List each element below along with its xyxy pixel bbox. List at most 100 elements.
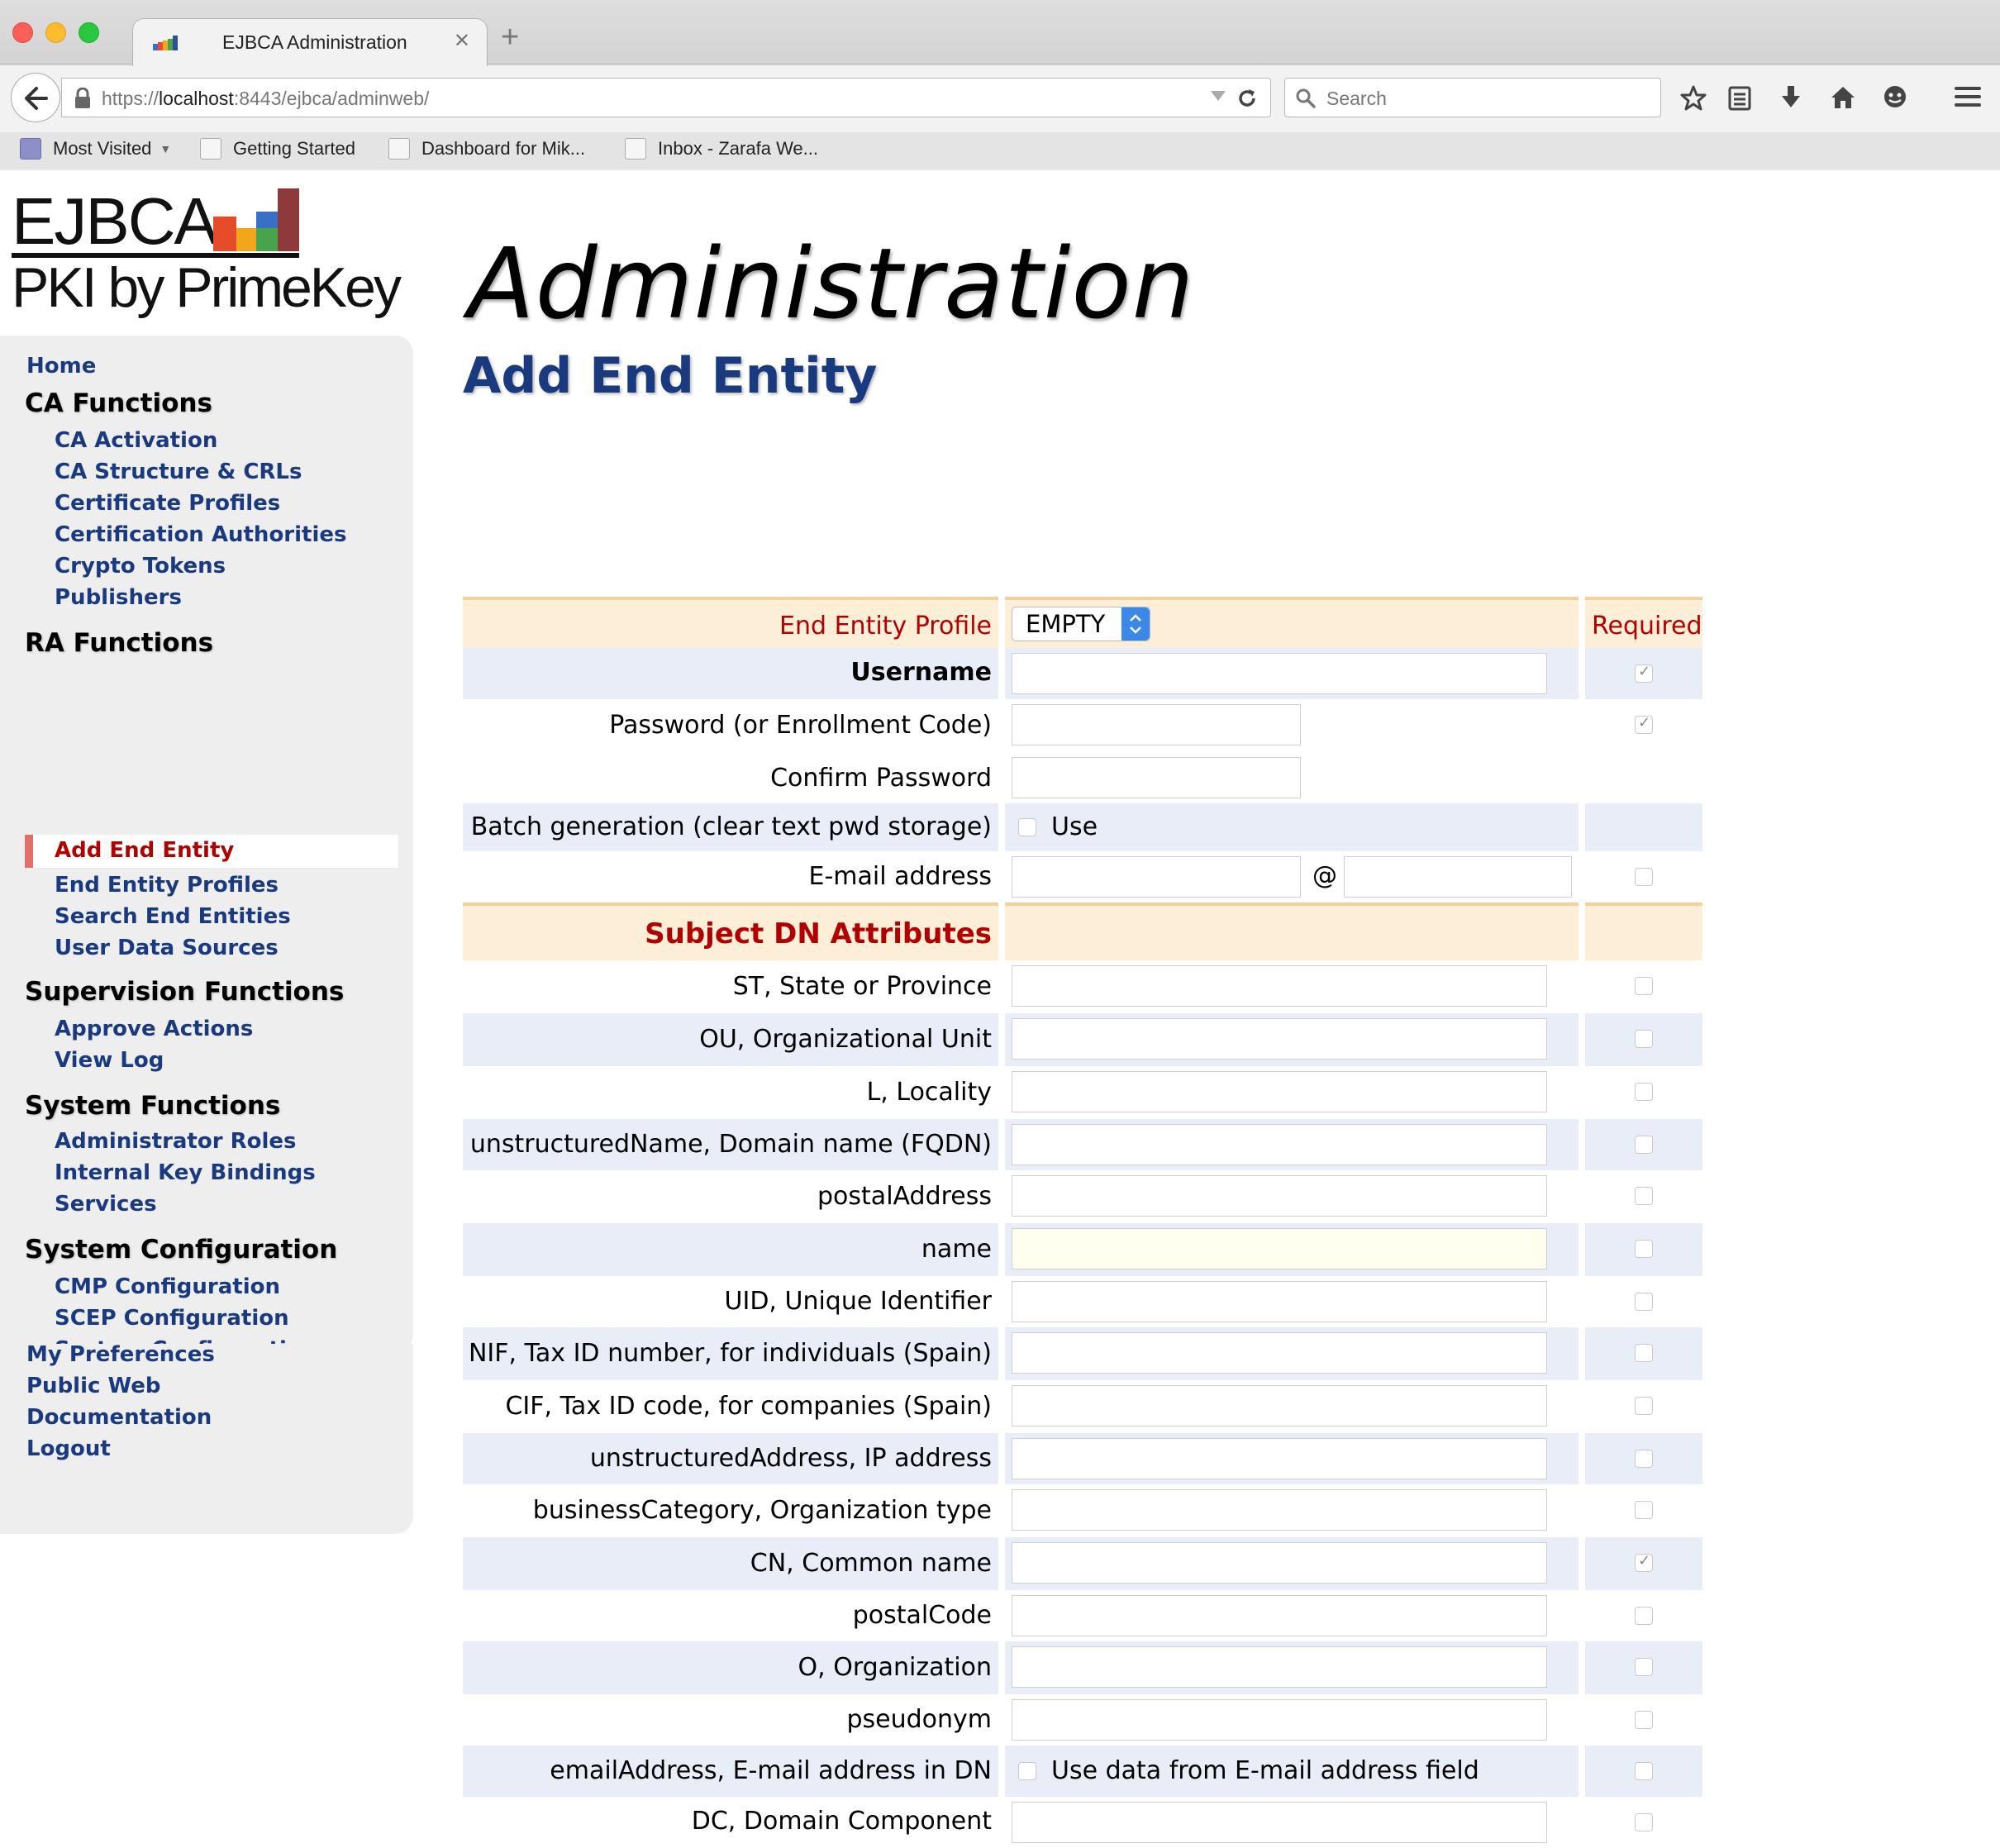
username-input[interactable] <box>1012 653 1547 694</box>
batch-generation-checkbox[interactable] <box>1018 818 1036 836</box>
nav-certificate-profiles[interactable]: Certificate Profiles <box>55 491 280 516</box>
bookmark-dashboard[interactable]: Dashboard for Mik... <box>388 137 585 165</box>
dn-st-input[interactable] <box>1012 965 1547 1007</box>
confirm-password-input[interactable] <box>1012 757 1301 798</box>
dn-required-checkbox[interactable] <box>1635 1187 1653 1205</box>
dn-required-checkbox[interactable] <box>1635 1136 1653 1154</box>
dn-required-checkbox[interactable] <box>1635 1658 1653 1676</box>
email-required-checkbox[interactable] <box>1635 868 1653 886</box>
bookmark-star-icon[interactable] <box>1679 84 1707 112</box>
dn-l-input[interactable] <box>1012 1071 1547 1112</box>
dn-unstructuredaddress-input[interactable] <box>1012 1438 1547 1479</box>
bookmark-most-visited[interactable]: Most Visited ▼ <box>20 137 171 165</box>
home-icon[interactable] <box>1829 84 1857 111</box>
url-history-dropdown-icon[interactable] <box>1211 91 1226 101</box>
confirm-password-row: Confirm Password <box>463 752 1702 803</box>
username-required-checkbox[interactable] <box>1635 663 1653 683</box>
bookmark-inbox[interactable]: Inbox - Zarafa We... <box>625 137 818 165</box>
browser-chrome: EJBCA Administration ✕ + https://localho… <box>0 0 2000 170</box>
dn-businesscategory-input[interactable] <box>1012 1489 1547 1531</box>
dn-required-checkbox[interactable] <box>1635 977 1653 995</box>
dn-required-checkbox[interactable] <box>1635 1240 1653 1258</box>
nav-certification-authorities[interactable]: Certification Authorities <box>55 522 347 547</box>
dn-field-row: CIF, Tax ID code, for companies (Spain) <box>463 1380 1702 1433</box>
end-entity-profile-select[interactable]: EMPTY <box>1012 607 1150 641</box>
dn-field-label: unstructuredName, Domain name (FQDN) <box>469 1130 992 1159</box>
back-button[interactable] <box>11 73 60 122</box>
dn-cn-required-checkbox[interactable] <box>1635 1552 1653 1572</box>
nav-view-log[interactable]: View Log <box>55 1048 164 1073</box>
nav-scep-configuration[interactable]: SCEP Configuration <box>55 1306 289 1331</box>
dn-required-checkbox[interactable] <box>1635 1607 1653 1625</box>
dn-required-checkbox[interactable] <box>1635 1813 1653 1831</box>
tab-close-icon[interactable]: ✕ <box>454 29 470 52</box>
nav-publishers[interactable]: Publishers <box>55 585 182 610</box>
menu-icon[interactable] <box>1954 84 1982 109</box>
dn-nif-input[interactable] <box>1012 1332 1547 1374</box>
dn-required-checkbox[interactable] <box>1635 1344 1653 1362</box>
nav-approve-actions[interactable]: Approve Actions <box>55 1017 253 1041</box>
dn-required-checkbox[interactable] <box>1635 1450 1653 1468</box>
dn-uid-input[interactable] <box>1012 1281 1547 1322</box>
window-minimize-button[interactable] <box>45 22 66 43</box>
dn-dc-input[interactable] <box>1012 1802 1547 1843</box>
dn-field-label: emailAddress, E-mail address in DN <box>550 1756 992 1785</box>
nav-crypto-tokens[interactable]: Crypto Tokens <box>55 554 226 579</box>
page-content: EJBCA PKI by PrimeKey Administration Hom… <box>0 170 2000 1848</box>
nav-services[interactable]: Services <box>55 1192 157 1217</box>
dn-cif-input[interactable] <box>1012 1385 1547 1426</box>
download-icon[interactable] <box>1779 84 1803 111</box>
email-domain-input[interactable] <box>1344 856 1572 898</box>
nav-documentation[interactable]: Documentation <box>26 1405 212 1430</box>
nav-add-end-entity[interactable]: Add End Entity <box>25 835 398 868</box>
search-bar[interactable]: Search <box>1284 78 1661 117</box>
chat-icon[interactable] <box>1881 84 1909 111</box>
dn-pseudonym-input[interactable] <box>1012 1699 1547 1741</box>
logo-square <box>256 228 278 251</box>
dn-required-checkbox[interactable] <box>1635 1762 1653 1780</box>
dn-required-checkbox[interactable] <box>1635 1030 1653 1048</box>
nav-ca-structure-crls[interactable]: CA Structure & CRLs <box>55 460 302 484</box>
window-close-button[interactable] <box>12 22 33 43</box>
dn-o-input[interactable] <box>1012 1646 1547 1688</box>
dn-required-checkbox[interactable] <box>1635 1293 1653 1311</box>
bookmark-getting-started[interactable]: Getting Started <box>200 137 355 165</box>
email-at-sign: @ <box>1312 861 1337 890</box>
dn-required-checkbox[interactable] <box>1635 1501 1653 1519</box>
dn-field-row: CN, Common name <box>463 1537 1702 1590</box>
dn-required-checkbox[interactable] <box>1635 1083 1653 1101</box>
reload-icon[interactable] <box>1236 87 1259 110</box>
dn-unstructuredname-input[interactable] <box>1012 1124 1547 1165</box>
dn-postaladdress-input[interactable] <box>1012 1175 1547 1217</box>
dn-postalcode-input[interactable] <box>1012 1595 1547 1636</box>
reading-list-icon[interactable] <box>1727 84 1752 111</box>
nav-home[interactable]: Home <box>26 354 96 379</box>
folder-icon <box>20 138 41 160</box>
url-bar[interactable]: https://localhost:8443/ejbca/adminweb/ <box>61 78 1271 117</box>
nav-my-preferences[interactable]: My Preferences <box>26 1342 215 1367</box>
nav-administrator-roles[interactable]: Administrator Roles <box>55 1129 297 1154</box>
nav-cmp-configuration[interactable]: CMP Configuration <box>55 1274 280 1299</box>
password-input[interactable] <box>1012 704 1301 745</box>
dn-cn-input[interactable] <box>1012 1542 1547 1584</box>
chevron-down-icon: ▼ <box>160 142 172 156</box>
dn-ou-input[interactable] <box>1012 1018 1547 1060</box>
nav-ca-activation[interactable]: CA Activation <box>55 428 217 453</box>
new-tab-icon[interactable]: + <box>501 20 519 55</box>
browser-tab[interactable]: EJBCA Administration ✕ <box>132 18 488 66</box>
dn-name-input[interactable] <box>1012 1228 1547 1269</box>
dn-required-checkbox[interactable] <box>1635 1711 1653 1729</box>
window-maximize-button[interactable] <box>79 22 99 43</box>
nav-public-web[interactable]: Public Web <box>26 1374 160 1398</box>
nav-logout[interactable]: Logout <box>26 1436 111 1461</box>
dn-field-row: OU, Organizational Unit <box>463 1013 1702 1066</box>
nav-end-entity-profiles[interactable]: End Entity Profiles <box>55 873 279 898</box>
nav-internal-key-bindings[interactable]: Internal Key Bindings <box>55 1160 316 1185</box>
email-in-dn-checkbox[interactable] <box>1018 1762 1036 1780</box>
nav-search-end-entities[interactable]: Search End Entities <box>55 904 291 929</box>
dn-required-checkbox[interactable] <box>1635 1397 1653 1415</box>
password-required-checkbox[interactable] <box>1635 714 1653 734</box>
dn-field-label: name <box>921 1235 992 1264</box>
nav-user-data-sources[interactable]: User Data Sources <box>55 936 279 960</box>
email-user-input[interactable] <box>1012 856 1301 898</box>
